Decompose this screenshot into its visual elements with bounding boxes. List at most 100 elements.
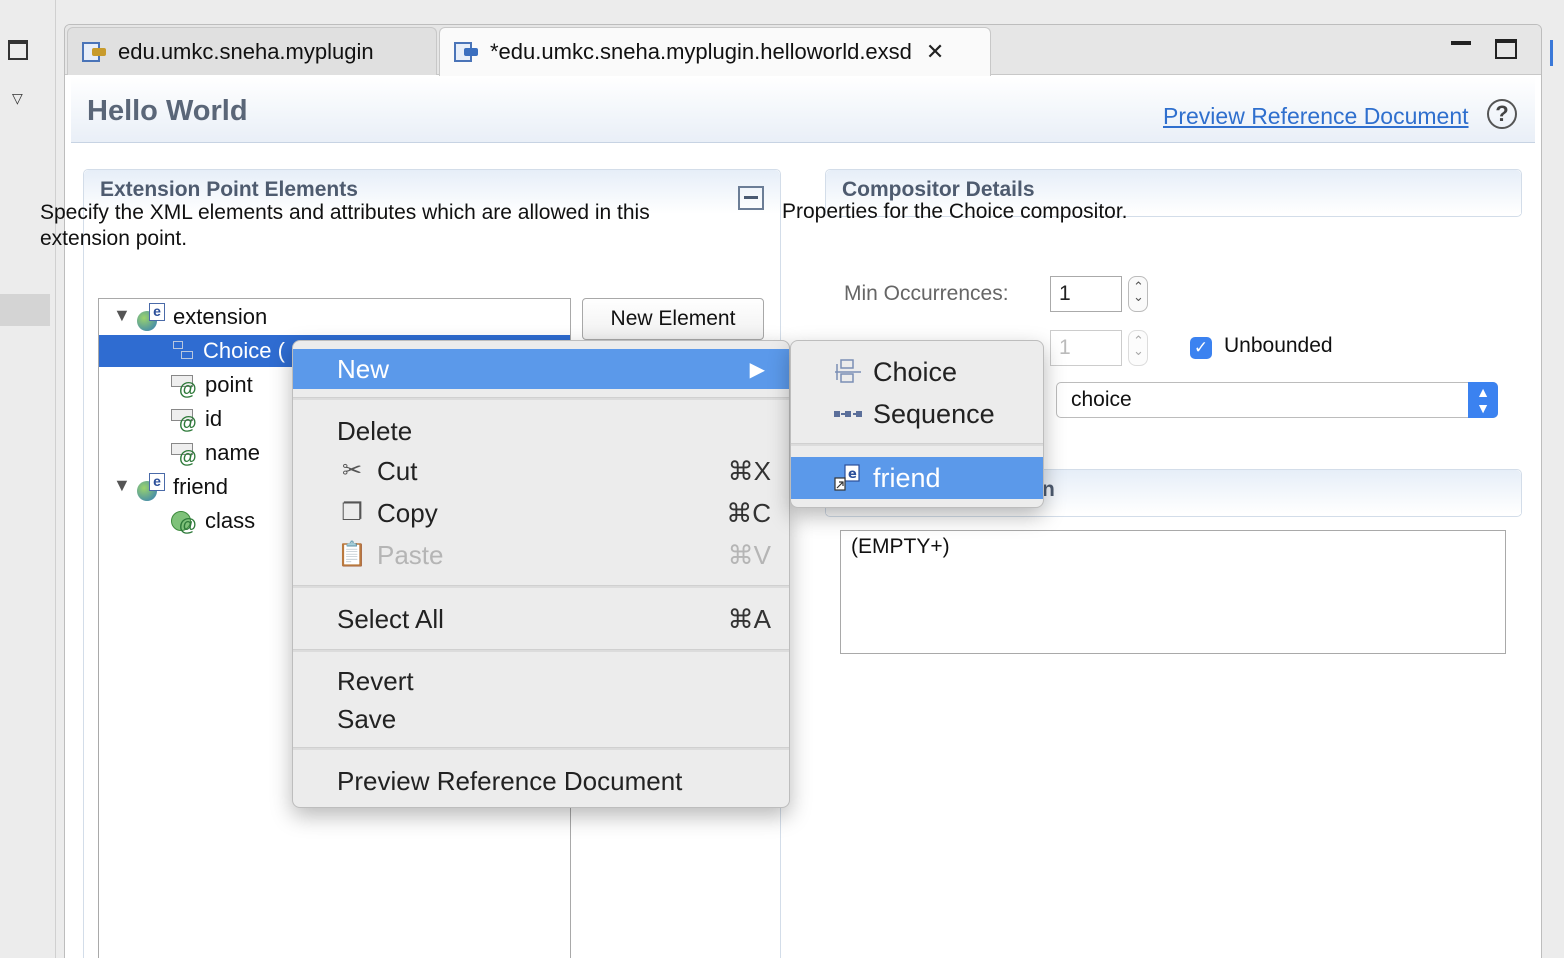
attribute-icon: @ bbox=[171, 439, 201, 467]
tab-label: *edu.umkc.sneha.myplugin.helloworld.exsd bbox=[490, 39, 912, 64]
left-trim: ▽ bbox=[0, 0, 56, 958]
menu-item-cut[interactable]: ✂ Cut ⌘X bbox=[293, 451, 789, 491]
new-submenu: Choice Sequence e friend bbox=[790, 340, 1044, 508]
submenu-item-sequence[interactable]: Sequence bbox=[791, 393, 1043, 435]
submenu-label: Choice bbox=[873, 356, 958, 387]
tree-node-extension[interactable]: e extension bbox=[137, 301, 267, 333]
tree-node-label: id bbox=[205, 406, 223, 431]
tree-node-friend[interactable]: e friend bbox=[137, 471, 228, 503]
expand-arrow-icon[interactable]: ▼ bbox=[113, 305, 131, 326]
choice-icon bbox=[171, 339, 197, 363]
menu-separator bbox=[293, 747, 789, 750]
element-icon: e bbox=[137, 303, 167, 331]
menu-label: Revert bbox=[337, 665, 414, 696]
trim-selected-item[interactable] bbox=[0, 294, 50, 326]
plugin-icon bbox=[80, 38, 110, 66]
select-arrows-icon: ▲ ▼ bbox=[1468, 382, 1498, 418]
min-occurrences-field[interactable]: 1 bbox=[1050, 276, 1122, 312]
sequence-icon bbox=[834, 411, 862, 417]
menu-item-preview[interactable]: Preview Reference Document bbox=[293, 761, 789, 801]
view-menu-icon[interactable]: ▽ bbox=[12, 90, 23, 107]
close-icon[interactable]: ✕ bbox=[926, 39, 944, 65]
menu-item-paste: 📋 Paste ⌘V bbox=[293, 535, 789, 575]
menu-label: Delete bbox=[337, 415, 413, 446]
menu-label: Cut bbox=[377, 455, 418, 486]
collapse-all-icon[interactable] bbox=[738, 186, 764, 210]
submenu-item-choice[interactable]: Choice bbox=[791, 351, 1043, 393]
scissors-icon: ✂ bbox=[341, 457, 363, 484]
menu-label: Paste bbox=[377, 539, 444, 570]
tree-node-label: friend bbox=[173, 474, 229, 499]
menu-separator bbox=[293, 649, 789, 652]
tree-node-id[interactable]: @ id bbox=[171, 403, 222, 435]
help-icon[interactable]: ? bbox=[1487, 99, 1517, 129]
svg-text:e: e bbox=[848, 467, 857, 482]
attribute-icon: @ bbox=[171, 371, 201, 399]
menu-item-select-all[interactable]: Select All ⌘A bbox=[293, 599, 789, 639]
restore-icon[interactable] bbox=[8, 40, 28, 60]
expand-arrow-icon[interactable]: ▼ bbox=[113, 475, 131, 496]
tree-node-label: name bbox=[205, 440, 261, 465]
compositor-kind-select[interactable]: choice ▲ ▼ bbox=[1056, 382, 1498, 418]
paste-icon: 📋 bbox=[337, 541, 367, 568]
maximize-button[interactable] bbox=[1495, 39, 1517, 59]
menu-label: Copy bbox=[377, 497, 438, 528]
minimize-button[interactable] bbox=[1451, 41, 1471, 47]
menu-separator bbox=[293, 585, 789, 588]
choice-icon bbox=[835, 359, 861, 383]
menu-shortcut: ⌘V bbox=[727, 539, 771, 570]
tab-schema[interactable]: *edu.umkc.sneha.myplugin.helloworld.exsd… bbox=[439, 27, 991, 76]
right-trim bbox=[1546, 0, 1564, 958]
unbounded-checkbox[interactable]: ✓ bbox=[1190, 337, 1212, 359]
min-occurrences-label: Min Occurrences: bbox=[844, 282, 1009, 305]
menu-item-copy[interactable]: ❐ Copy ⌘C bbox=[293, 493, 789, 533]
submenu-separator bbox=[791, 443, 1043, 446]
max-occurrences-field: 1 bbox=[1050, 330, 1122, 366]
max-occurrences-stepper bbox=[1128, 330, 1148, 366]
context-menu: New ▶ Delete ✂ Cut ⌘X ❐ Copy ⌘C 📋 Paste … bbox=[292, 340, 790, 808]
menu-shortcut: ⌘A bbox=[727, 603, 771, 634]
tree-node-label: extension bbox=[173, 304, 268, 329]
menu-shortcut: ⌘C bbox=[726, 497, 771, 528]
extension-description: Specify the XML elements and attributes … bbox=[40, 201, 650, 250]
submenu-label: friend bbox=[873, 462, 941, 493]
menu-item-new[interactable]: New ▶ bbox=[293, 349, 789, 389]
section-title: Extension Point Elements bbox=[100, 178, 358, 201]
new-element-button[interactable]: New Element bbox=[582, 298, 764, 340]
tab-bar: edu.umkc.sneha.myplugin *edu.umkc.sneha.… bbox=[65, 25, 1541, 76]
page-title: Hello World bbox=[87, 95, 248, 127]
tree-node-name[interactable]: @ name bbox=[171, 437, 260, 469]
unbounded-label: Unbounded bbox=[1224, 334, 1333, 357]
submenu-item-friend[interactable]: e friend bbox=[791, 457, 1043, 499]
submenu-label: Sequence bbox=[873, 398, 995, 429]
menu-shortcut: ⌘X bbox=[727, 455, 771, 486]
menu-separator bbox=[293, 397, 789, 400]
min-occurrences-stepper[interactable] bbox=[1128, 276, 1148, 312]
submenu-arrow-icon: ▶ bbox=[749, 358, 765, 381]
menu-label: Preview Reference Document bbox=[337, 765, 683, 796]
compositor-kind-value: choice bbox=[1071, 388, 1132, 411]
tab-label: edu.umkc.sneha.myplugin bbox=[118, 38, 374, 64]
schema-plugin-icon bbox=[452, 38, 482, 66]
element-icon: e bbox=[137, 473, 167, 501]
tree-node-label: point bbox=[205, 372, 253, 397]
compositor-description: Properties for the Choice compositor. bbox=[782, 200, 1128, 223]
dtd-approximation-box: (EMPTY+) bbox=[840, 530, 1506, 654]
copy-icon: ❐ bbox=[341, 499, 363, 526]
tab-manifest[interactable]: edu.umkc.sneha.myplugin bbox=[67, 27, 437, 75]
tree-node-point[interactable]: @ point bbox=[171, 369, 253, 401]
menu-label: Save bbox=[337, 703, 397, 734]
menu-item-delete[interactable]: Delete bbox=[293, 411, 789, 451]
tree-node-class[interactable]: @ class bbox=[171, 505, 255, 537]
trim-marker[interactable] bbox=[1550, 40, 1556, 66]
menu-item-revert[interactable]: Revert bbox=[293, 661, 789, 701]
section-title: Compositor Details bbox=[842, 178, 1035, 201]
class-attribute-icon: @ bbox=[171, 507, 201, 535]
tree-node-label: Choice ( bbox=[203, 338, 285, 363]
form-header: Hello World Preview Reference Document ? bbox=[71, 77, 1535, 143]
menu-item-save[interactable]: Save bbox=[293, 699, 789, 739]
menu-label: New bbox=[337, 353, 390, 384]
tree-node-label: class bbox=[205, 508, 256, 533]
preview-reference-link[interactable]: Preview Reference Document bbox=[1163, 103, 1469, 130]
attribute-icon: @ bbox=[171, 405, 201, 433]
